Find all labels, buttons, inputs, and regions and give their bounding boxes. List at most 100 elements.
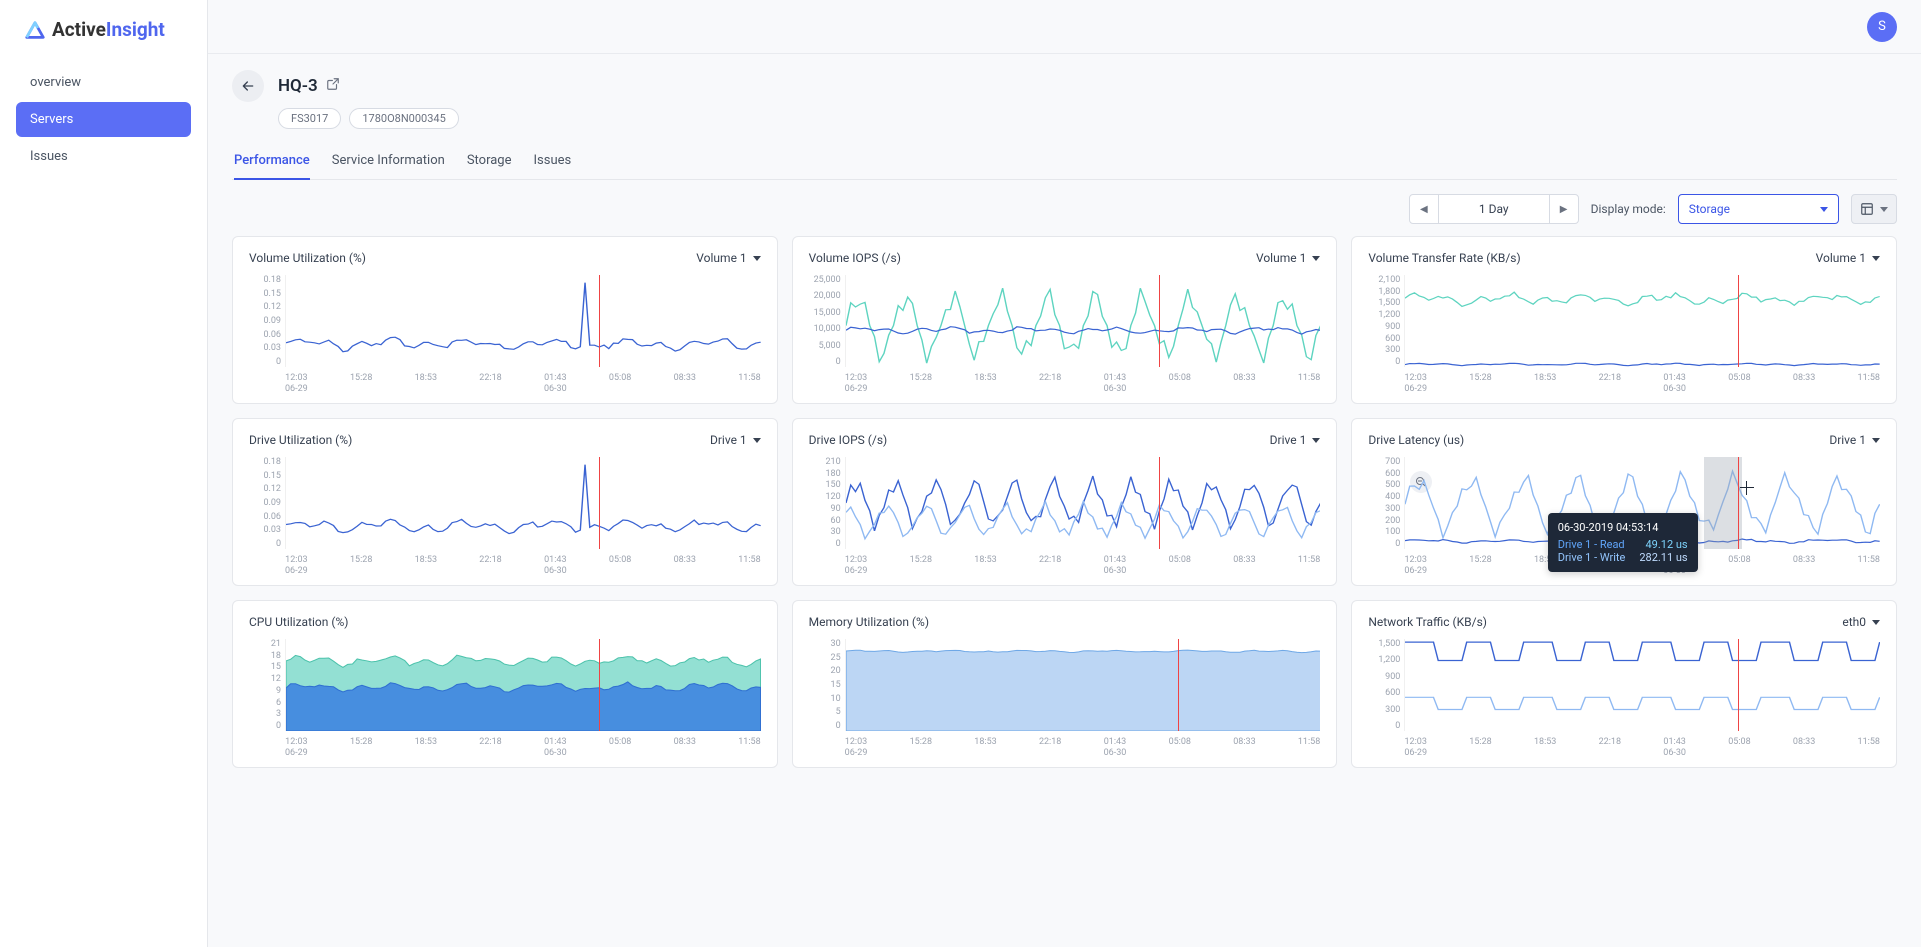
chart-card-vol_util: Volume Utilization (%) Volume 1 0.180.150.… [232,236,778,404]
event-marker [1159,457,1160,549]
plot[interactable] [845,457,1321,549]
time-range-label[interactable]: 1 Day [1438,195,1550,223]
time-range-nav: ◀ 1 Day ▶ [1409,194,1579,224]
sidebar-item-overview[interactable]: overview [16,65,191,100]
chevron-down-icon [1820,207,1828,212]
tabs: Performance Service Information Storage Iss… [232,145,1897,180]
chart-title: CPU Utilization (%) [249,615,348,629]
plot[interactable]: 06-30-2019 04:53:14Drive 1 - Read49.12 u… [1404,457,1880,549]
chart-area[interactable]: 25,00020,00015,00010,0005,000012:03 06-2… [809,275,1321,395]
y-axis: 0.180.150.120.090.060.030 [249,457,285,549]
plot[interactable] [1404,275,1880,367]
plot[interactable] [845,639,1321,731]
tab-performance[interactable]: Performance [234,145,310,180]
display-mode-value: Storage [1689,202,1730,216]
page-title: HQ-3 [278,76,318,96]
chart-series-select[interactable]: Volume 1 [696,251,760,265]
chart-grid: Volume Utilization (%) Volume 1 0.180.150.… [232,236,1897,788]
y-axis: 2,1001,8001,5001,2009006003000 [1368,275,1404,367]
chart-series-select[interactable]: Volume 1 [1816,251,1880,265]
x-axis: 12:03 06-2915:2818:5322:1801:43 06-3005:… [285,555,761,577]
sidebar-item-issues[interactable]: Issues [16,139,191,174]
x-axis: 12:03 06-2915:2818:5322:1801:43 06-3005:… [845,737,1321,759]
event-marker [1738,639,1739,731]
y-axis: 302520151050 [809,639,845,731]
brand-name: ActiveInsight [52,18,165,41]
chart-title: Volume Transfer Rate (KB/s) [1368,251,1520,265]
event-marker [599,457,600,549]
chart-series-select[interactable]: Volume 1 [1256,251,1320,265]
chart-area[interactable]: 1,5001,200900600300012:03 06-2915:2818:5… [1368,639,1880,759]
chip-row: FS30171780O8N000345 [278,108,1897,129]
brand-logo: ActiveInsight [0,0,207,65]
chart-card-net: Network Traffic (KB/s) eth0 1,5001,2009006… [1351,600,1897,768]
y-axis: 1,5001,2009006003000 [1368,639,1404,731]
chart-area[interactable]: 700600500400300200100006-30-2019 04:53:1… [1368,457,1880,577]
chart-series-select[interactable]: eth0 [1842,615,1880,629]
avatar[interactable]: S [1867,12,1897,42]
plot[interactable] [285,457,761,549]
display-mode-select[interactable]: Storage [1678,194,1839,224]
page-header: HQ-3 [232,70,1897,102]
chart-title: Drive Latency (us) [1368,433,1464,447]
controls-row: ◀ 1 Day ▶ Display mode: Storage [232,180,1897,236]
y-axis: 25,00020,00015,00010,0005,0000 [809,275,845,367]
event-marker [1738,457,1739,549]
x-axis: 12:03 06-2915:2818:5322:1801:43 06-3005:… [1404,373,1880,395]
chart-title: Volume Utilization (%) [249,251,366,265]
event-marker [599,275,600,367]
chart-title: Network Traffic (KB/s) [1368,615,1487,629]
y-axis: 211815129630 [249,639,285,731]
topbar: S [208,0,1921,54]
x-axis: 12:03 06-2915:2818:5322:1801:43 06-3005:… [1404,737,1880,759]
chart-area[interactable]: 30252015105012:03 06-2915:2818:5322:1801… [809,639,1321,759]
x-axis: 12:03 06-2915:2818:5322:1801:43 06-3005:… [285,737,761,759]
tab-issues[interactable]: Issues [534,145,572,180]
time-next-button[interactable]: ▶ [1550,195,1578,223]
y-axis: 0.180.150.120.090.060.030 [249,275,285,367]
x-axis: 12:03 06-2915:2818:5322:1801:43 06-3005:… [845,373,1321,395]
chart-card-cpu: CPU Utilization (%) 21181512963012:03 06-… [232,600,778,768]
chart-tooltip: 06-30-2019 04:53:14Drive 1 - Read49.12 u… [1548,513,1698,572]
chart-series-select[interactable]: Drive 1 [710,433,761,447]
chart-area[interactable]: 2,1001,8001,5001,200900600300012:03 06-2… [1368,275,1880,395]
chart-series-select[interactable]: Drive 1 [1270,433,1321,447]
chart-area[interactable]: 0.180.150.120.090.060.03012:03 06-2915:2… [249,457,761,577]
plot[interactable] [845,275,1321,367]
main: S HQ-3 FS30171780O8N000345 Performance Se… [208,0,1921,947]
sidebar-item-servers[interactable]: Servers [16,102,191,137]
time-prev-button[interactable]: ◀ [1410,195,1438,223]
display-mode-label: Display mode: [1591,202,1666,216]
chart-series-select[interactable]: Drive 1 [1829,433,1880,447]
plot[interactable] [1404,639,1880,731]
layout-toggle-button[interactable] [1851,194,1897,224]
tab-service-information[interactable]: Service Information [332,145,445,180]
plot[interactable] [285,639,761,731]
chip: 1780O8N000345 [349,108,458,129]
chart-title: Memory Utilization (%) [809,615,929,629]
event-marker [1738,275,1739,367]
chart-card-drive_util: Drive Utilization (%) Drive 1 0.180.150.12… [232,418,778,586]
sidebar: ActiveInsight overviewServersIssues [0,0,208,947]
y-axis: 7006005004003002001000 [1368,457,1404,549]
chart-title: Drive Utilization (%) [249,433,352,447]
y-axis: 2101801501209060300 [809,457,845,549]
nav: overviewServersIssues [0,65,207,176]
arrow-left-icon [240,78,256,94]
chart-area[interactable]: 210180150120906030012:03 06-2915:2818:53… [809,457,1321,577]
plot[interactable] [285,275,761,367]
x-axis: 12:03 06-2915:2818:5322:1801:43 06-3005:… [285,373,761,395]
chart-area[interactable]: 21181512963012:03 06-2915:2818:5322:1801… [249,639,761,759]
event-marker [599,639,600,731]
chart-card-vol_iops: Volume IOPS (/s)Volume 125,00020,00015,0… [792,236,1338,404]
event-marker [1178,639,1179,731]
chart-card-vol_xfer: Volume Transfer Rate (KB/s) Volume 1 2,100… [1351,236,1897,404]
x-axis: 12:03 06-2915:2818:5322:1801:43 06-3005:… [845,555,1321,577]
chart-title: Drive IOPS (/s) [809,433,888,447]
content: HQ-3 FS30171780O8N000345 Performance Serv… [208,54,1921,947]
external-link-icon[interactable] [326,77,340,95]
back-button[interactable] [232,70,264,102]
chart-card-drive_lat: Drive Latency (us) Drive 1 700600500400300… [1351,418,1897,586]
chart-area[interactable]: 0.180.150.120.090.060.03012:03 06-2915:2… [249,275,761,395]
tab-storage[interactable]: Storage [467,145,512,180]
